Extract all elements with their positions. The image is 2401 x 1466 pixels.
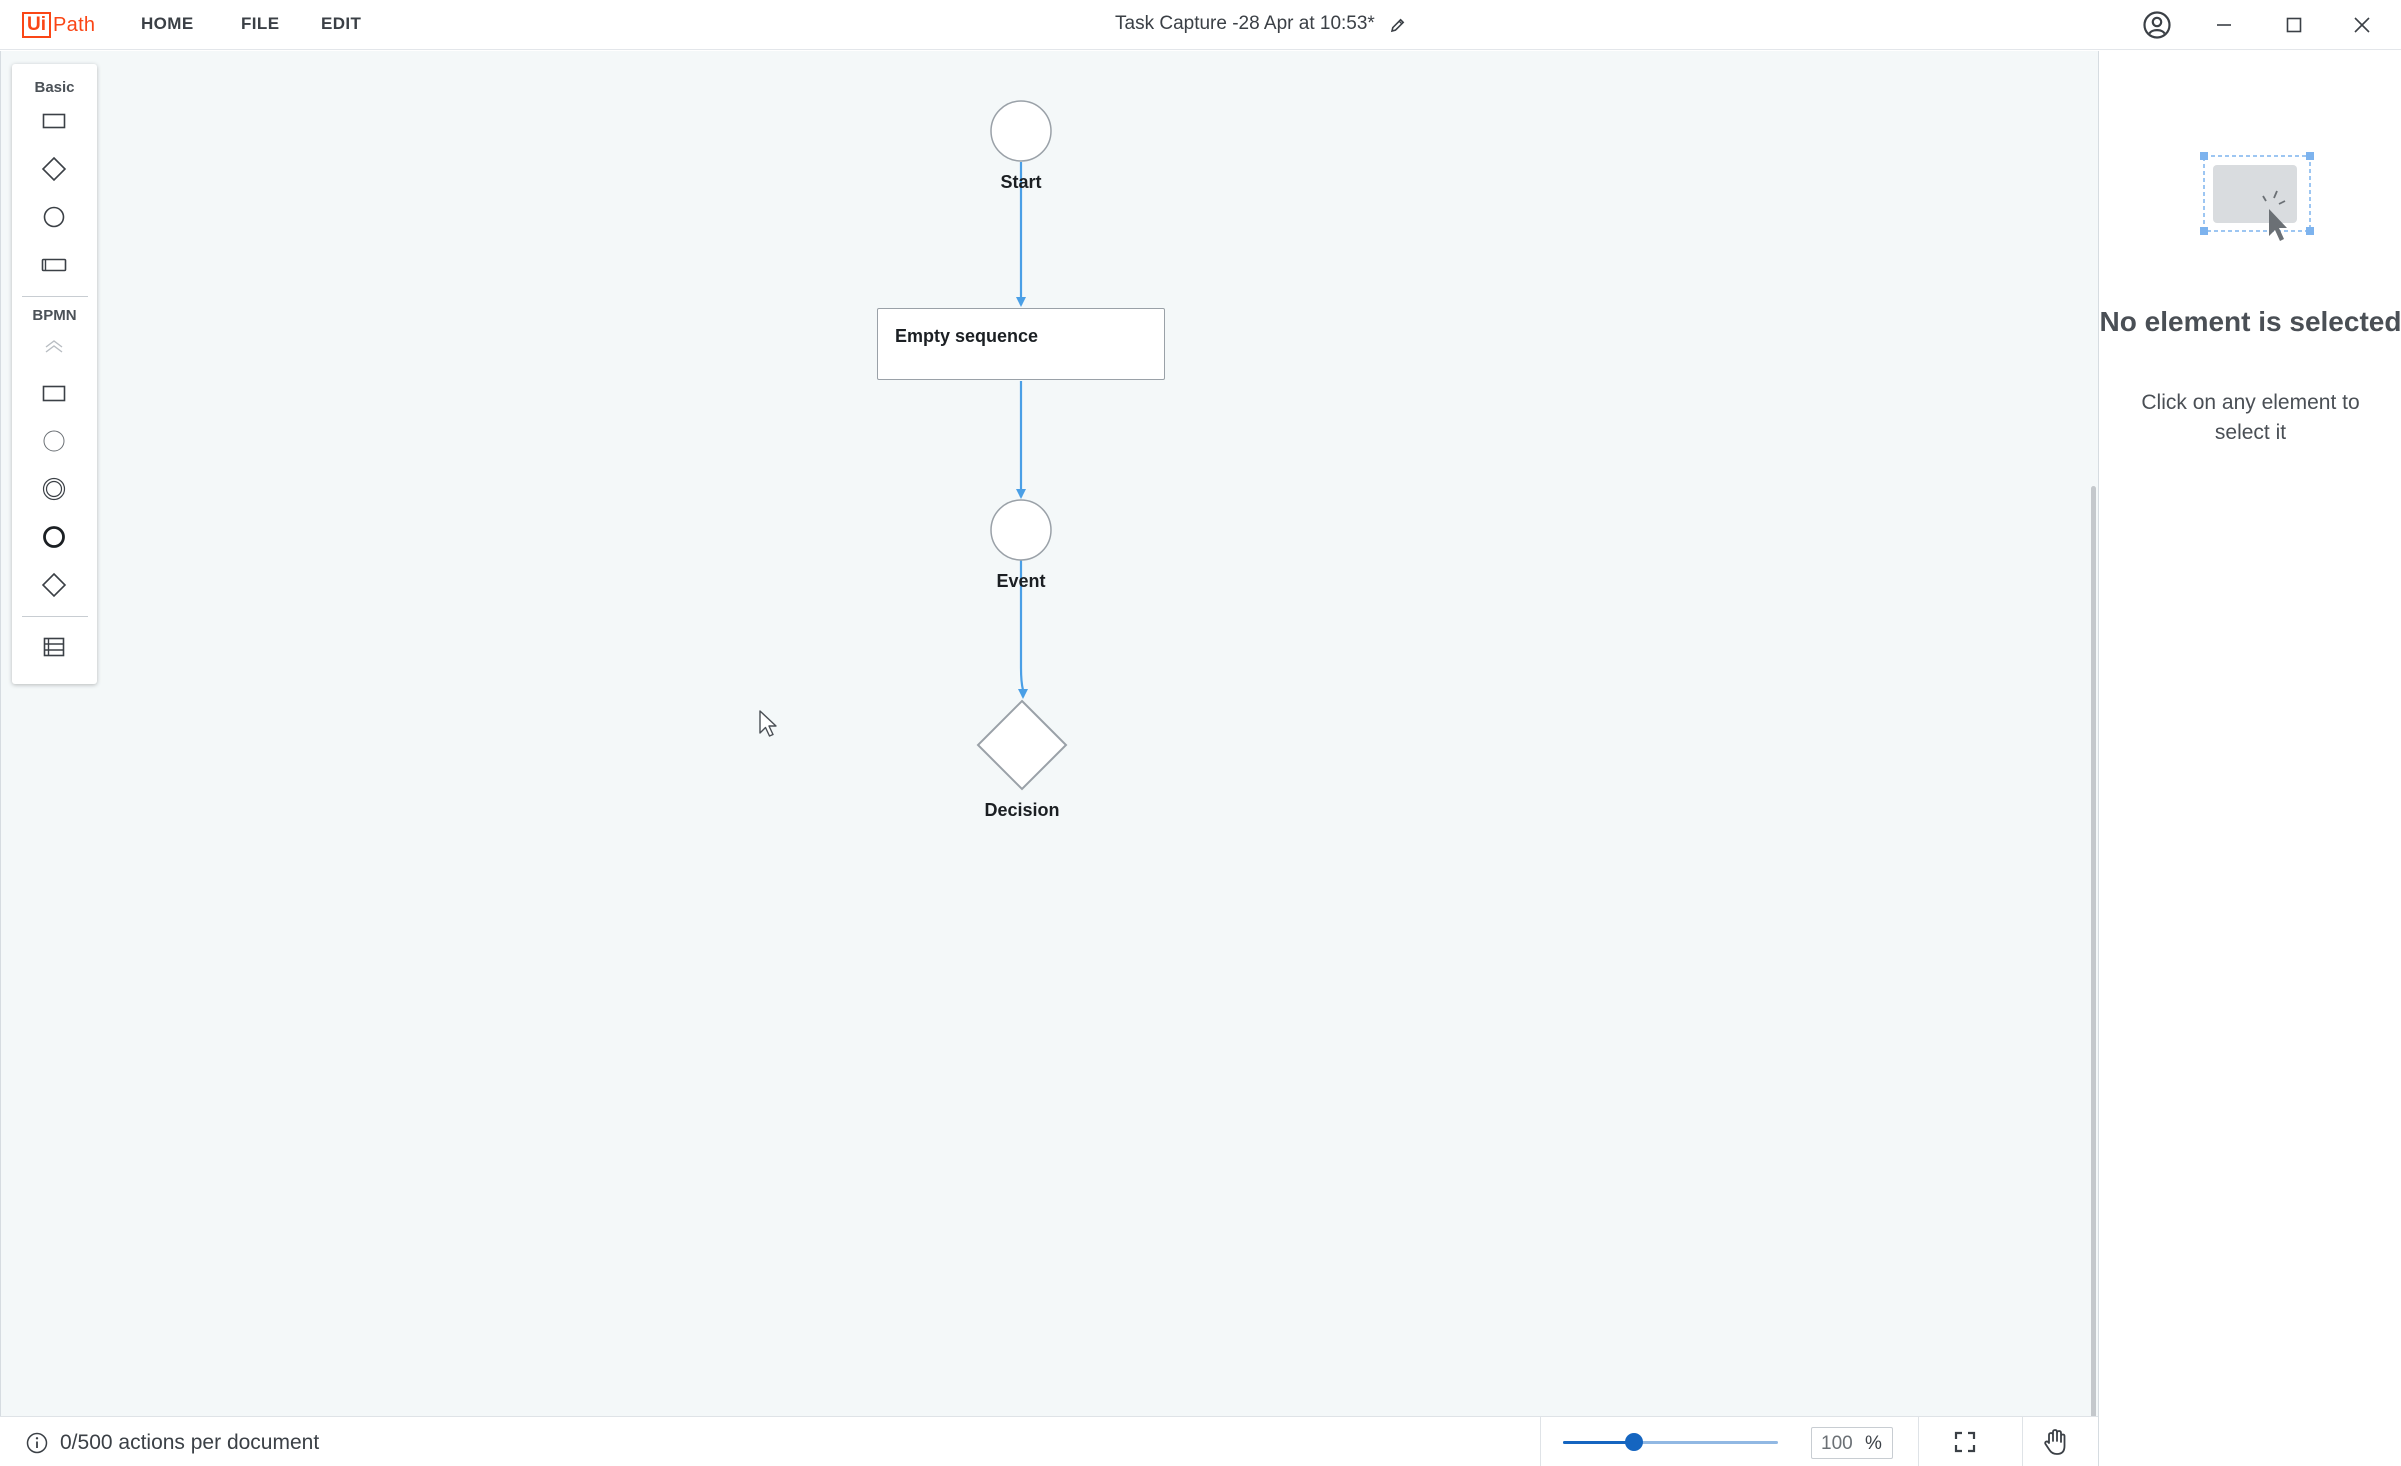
no-selection-hint: Click on any element to select it <box>2141 391 2360 444</box>
status-bar: 0/500 actions per document 100 % <box>0 1416 2098 1466</box>
palette-heading-bpmn: BPMN <box>32 307 77 324</box>
start-node-label: Start <box>1000 172 1042 192</box>
palette-divider <box>22 616 88 617</box>
shape-palette: Basic BPMN <box>12 64 97 684</box>
zoom-value[interactable]: 100 <box>1821 1433 1853 1455</box>
info-icon[interactable] <box>26 1432 48 1454</box>
divider <box>1918 1417 1919 1466</box>
close-icon[interactable] <box>2347 10 2377 40</box>
zoom-slider-thumb[interactable] <box>1624 1433 1643 1451</box>
start-event-node[interactable] <box>990 100 1052 162</box>
zoom-slider-fill <box>1563 1441 1634 1444</box>
minimize-icon[interactable] <box>2209 10 2239 40</box>
rounded-rectangle-icon[interactable] <box>39 250 93 284</box>
palette-divider <box>22 296 88 297</box>
zoom-input[interactable]: 100 % <box>1811 1427 1893 1459</box>
intermediate-event-node[interactable] <box>990 499 1052 561</box>
maximize-icon[interactable] <box>2279 10 2309 40</box>
zoom-slider[interactable] <box>1563 1441 1778 1444</box>
hand-pan-icon[interactable] <box>2040 1427 2070 1457</box>
no-selection-title: No element is selected <box>2099 306 2401 337</box>
start-event-icon[interactable] <box>39 426 93 460</box>
decision-node-label: Decision <box>984 800 1060 820</box>
end-event-icon[interactable] <box>39 522 93 556</box>
account-icon[interactable] <box>2142 10 2172 40</box>
mouse-pointer-icon <box>759 710 777 737</box>
intermediate-event-icon[interactable] <box>39 474 93 508</box>
decision-node[interactable] <box>976 699 1068 791</box>
sequence-node[interactable]: Empty sequence <box>877 308 1165 380</box>
rectangle-icon[interactable] <box>39 106 93 140</box>
properties-panel: No element is selected Click on any elem… <box>2098 51 2401 1466</box>
task-icon[interactable] <box>39 378 93 412</box>
no-selection-illustration-icon <box>2200 152 2314 241</box>
collapse-chevron-icon[interactable] <box>39 332 93 366</box>
divider <box>2022 1417 2023 1466</box>
event-node-label: Event <box>996 571 1046 591</box>
palette-heading-basic: Basic <box>34 79 75 96</box>
lane-icon[interactable] <box>39 632 93 666</box>
diamond-icon[interactable] <box>39 154 93 188</box>
fit-to-screen-icon[interactable] <box>1952 1429 1978 1455</box>
sequence-node-label: Empty sequence <box>895 326 1039 346</box>
divider <box>1540 1417 1541 1466</box>
diagram-connectors <box>976 100 1068 791</box>
zoom-unit: % <box>1865 1433 1882 1454</box>
gateway-icon[interactable] <box>39 570 93 604</box>
actions-counter: 0/500 actions per document <box>60 1431 320 1454</box>
circle-icon[interactable] <box>39 202 93 236</box>
